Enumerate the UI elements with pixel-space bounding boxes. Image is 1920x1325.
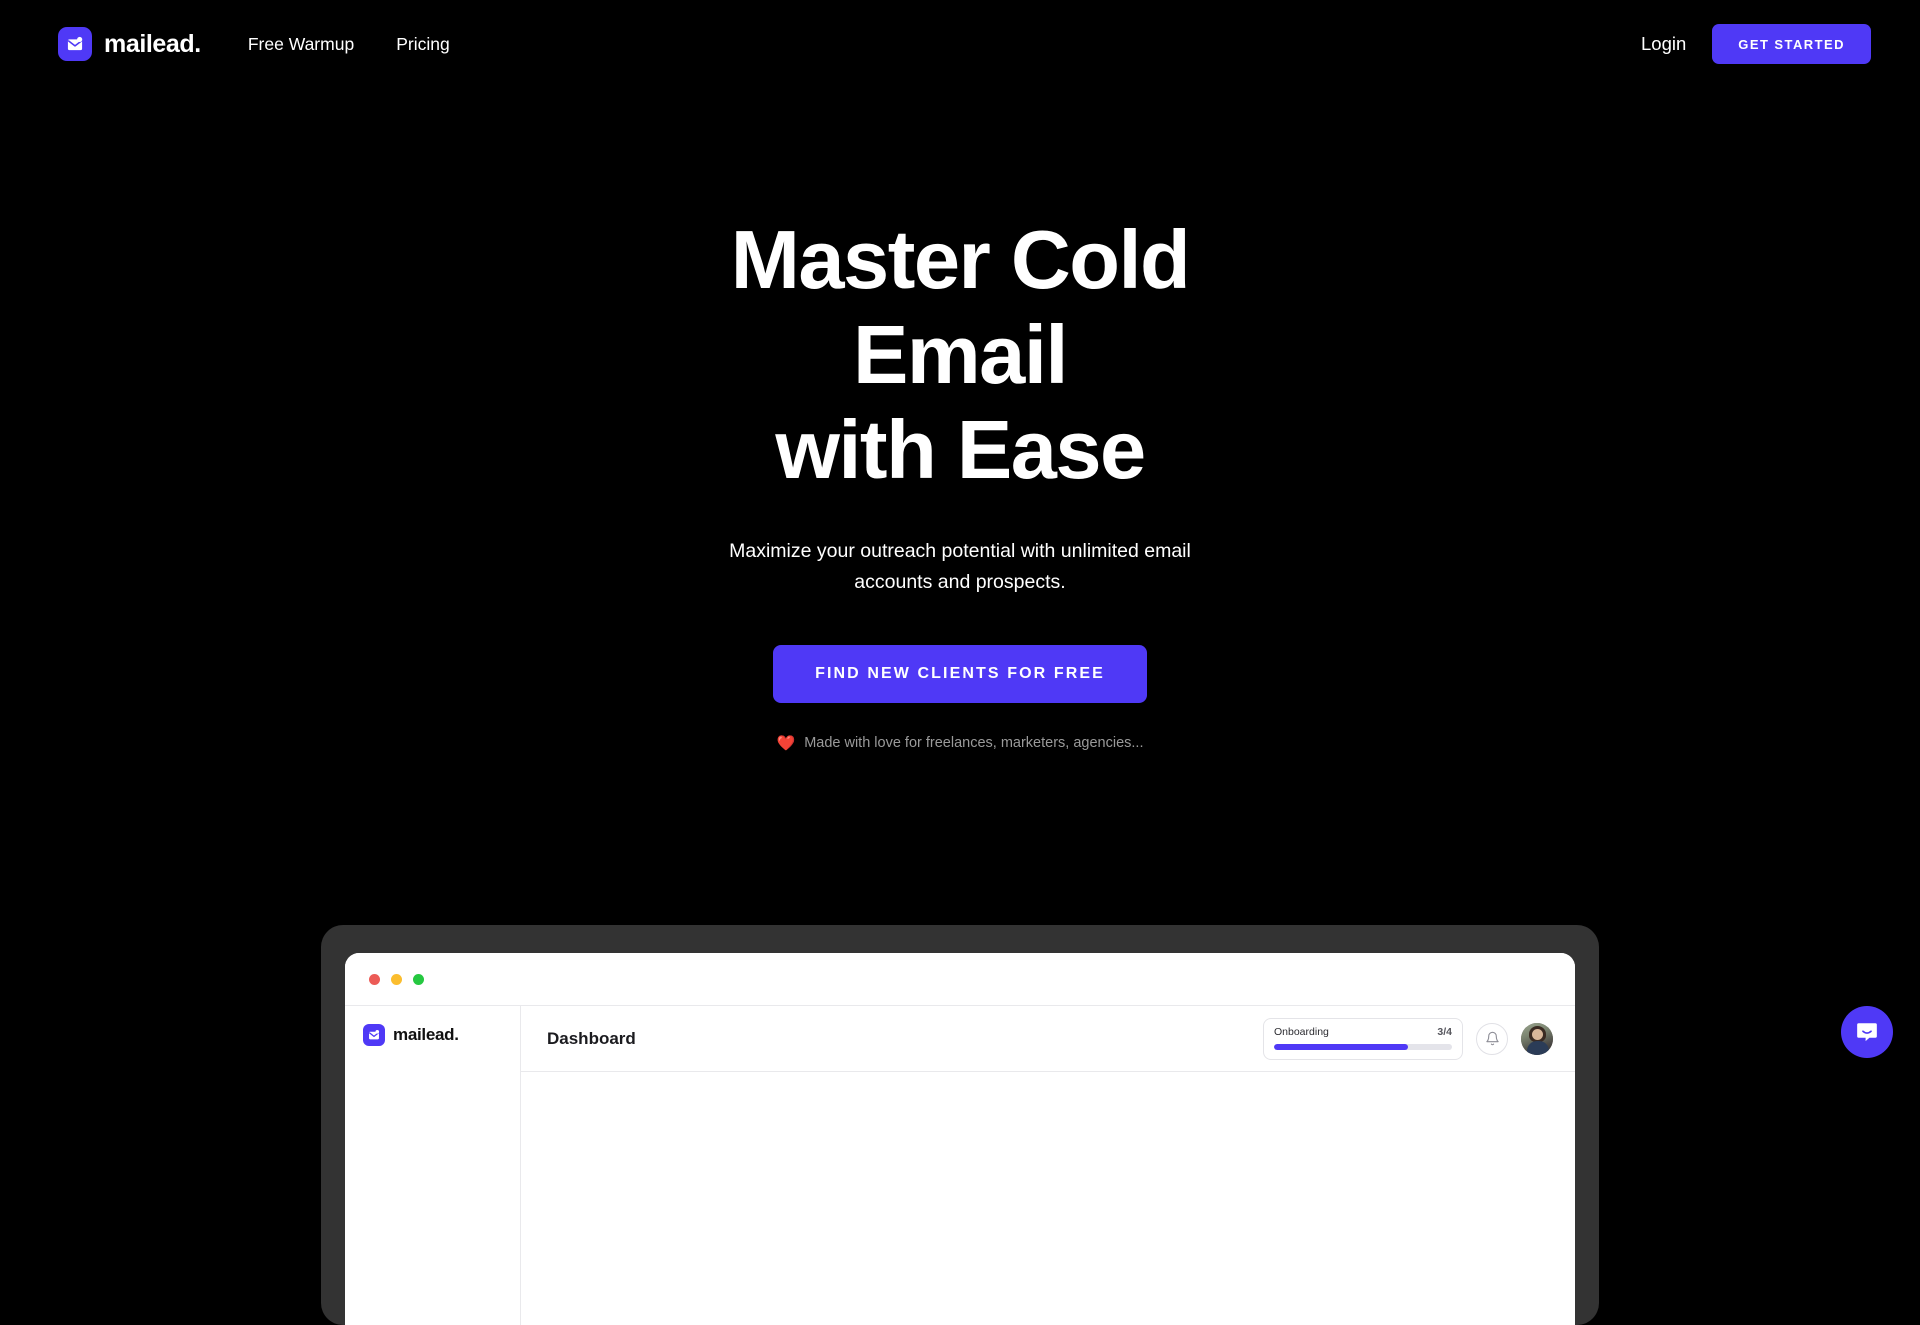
- dashboard-mockup-window: mailead. Dashboard Onboarding 3/4: [345, 953, 1575, 1325]
- hero-title-line-2: with Ease: [650, 402, 1270, 497]
- onboarding-header: Onboarding 3/4: [1274, 1026, 1452, 1038]
- chat-bubble-icon: [1854, 1019, 1880, 1045]
- mockup-sidebar-brand-name: mailead.: [393, 1025, 459, 1045]
- mockup-main: Dashboard Onboarding 3/4: [521, 1006, 1575, 1325]
- maximize-green-dot-icon: [413, 974, 424, 985]
- mockup-topbar: Dashboard Onboarding 3/4: [521, 1006, 1575, 1072]
- close-red-dot-icon: [369, 974, 380, 985]
- onboarding-count: 3/4: [1437, 1026, 1452, 1038]
- onboarding-progress-track: [1274, 1044, 1452, 1050]
- mockup-page-title: Dashboard: [547, 1029, 636, 1049]
- hero-title-line-1: Master Cold Email: [731, 213, 1190, 401]
- onboarding-label: Onboarding: [1274, 1026, 1329, 1038]
- dashboard-mockup-bezel: mailead. Dashboard Onboarding 3/4: [321, 925, 1599, 1325]
- mockup-titlebar: [345, 953, 1575, 1005]
- find-new-clients-button[interactable]: FIND NEW CLIENTS FOR FREE: [773, 645, 1147, 703]
- chat-launcher-button[interactable]: [1841, 1006, 1893, 1058]
- hero-subtitle: Maximize your outreach potential with un…: [695, 536, 1225, 598]
- notifications-button[interactable]: [1476, 1023, 1508, 1055]
- made-with-love-text: Made with love for freelances, marketers…: [804, 735, 1143, 751]
- made-with-love-note: ❤️ Made with love for freelances, market…: [777, 735, 1144, 751]
- mockup-topbar-actions: Onboarding 3/4: [1263, 1018, 1553, 1060]
- onboarding-progress-fill: [1274, 1044, 1408, 1050]
- bell-icon: [1485, 1031, 1500, 1046]
- mockup-app-body: mailead. Dashboard Onboarding 3/4: [345, 1005, 1575, 1325]
- hero-section: Master Cold Email with Ease Maximize you…: [0, 0, 1920, 751]
- avatar[interactable]: [1521, 1023, 1553, 1055]
- heart-icon: ❤️: [777, 736, 796, 751]
- envelope-logo-icon: [363, 1024, 385, 1046]
- minimize-amber-dot-icon: [391, 974, 402, 985]
- page-title: Master Cold Email with Ease: [650, 212, 1270, 497]
- mockup-sidebar-brand: mailead.: [363, 1024, 520, 1046]
- mockup-sidebar: mailead.: [345, 1006, 521, 1325]
- onboarding-progress-card[interactable]: Onboarding 3/4: [1263, 1018, 1463, 1060]
